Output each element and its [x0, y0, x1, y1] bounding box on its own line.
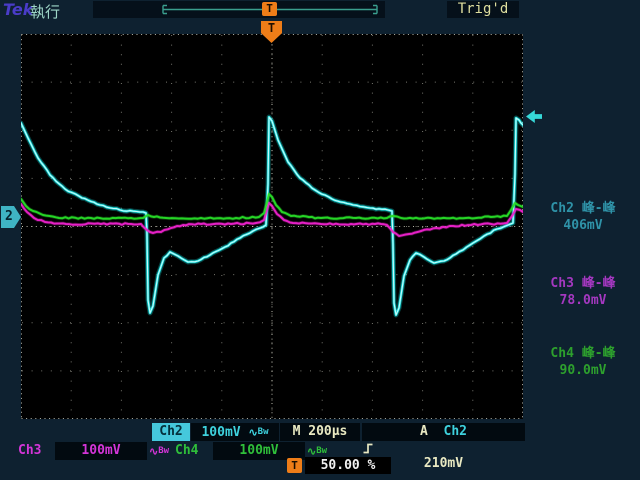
record-view-bar — [93, 1, 385, 18]
trigger-mode-label: A — [420, 424, 428, 439]
waveform-display — [21, 34, 523, 419]
oscilloscope-screen: Tek 執行 T Trig'd T 2 Ch2 峰-峰 406mV Ch3 峰-… — [0, 0, 640, 480]
trigger-level-arrow-icon[interactable] — [526, 110, 542, 123]
timebase-value: 200µs — [308, 424, 347, 439]
ch2-scale-value: 100mV — [201, 425, 240, 440]
ch3-channel-button[interactable]: Ch3 — [18, 442, 41, 460]
trigger-status-box: Trig'd — [447, 1, 519, 18]
measurement-ch3-value: 78.0mV — [528, 292, 638, 309]
measurement-ch4-channel: Ch4 — [550, 346, 573, 361]
status-row-1: Ch2 100mV ∿Bw M 200µs A Ch2 210mV — [0, 423, 640, 441]
measurement-ch2-channel: Ch2 — [550, 201, 573, 216]
trigger-source-label: Ch2 — [444, 424, 467, 439]
ch2-scale-readout[interactable]: 100mV ∿Bw — [191, 423, 279, 441]
measurement-ch3-type: 峰-峰 — [582, 276, 616, 291]
trigger-status-label: Trig'd — [447, 1, 519, 18]
ch2-coupling-icon: ∿ — [248, 426, 257, 439]
measurement-ch2-pkpk: Ch2 峰-峰 406mV — [528, 200, 638, 234]
acquisition-run-status: 執行 — [30, 1, 60, 22]
ch4-scale-value: 100mV — [239, 443, 278, 458]
ch2-channel-button[interactable]: Ch2 — [152, 423, 190, 441]
measurement-ch4-type: 峰-峰 — [582, 346, 616, 361]
ch2-bandwidth-icon: Bw — [258, 427, 269, 437]
trigger-position-icon[interactable]: T — [262, 2, 277, 16]
trigger-readout[interactable]: A Ch2 210mV — [362, 423, 525, 441]
measurement-ch4-pkpk: Ch4 峰-峰 90.0mV — [528, 345, 638, 379]
measurement-ch2-value: 406mV — [528, 217, 638, 234]
channel2-ground-marker[interactable]: 2 — [1, 206, 21, 228]
waveform-svg — [21, 34, 523, 419]
ch3-scale-value: 100mV — [81, 443, 120, 458]
tek-logo: Tek — [3, 0, 33, 19]
ch3-scale-readout[interactable]: 100mV — [55, 442, 147, 460]
acquisition-window-bracket — [93, 1, 385, 18]
ch4-channel-button[interactable]: Ch4 — [175, 442, 198, 460]
timebase-readout[interactable]: M 200µs — [280, 423, 360, 441]
ch4-bandwidth-icon: Bw — [316, 446, 327, 456]
measurement-ch2-type: 峰-峰 — [582, 201, 616, 216]
horizontal-position-readout[interactable]: 50.00 % — [305, 457, 391, 474]
ch3-coupling-icon: ∿ — [149, 445, 158, 458]
measurement-ch4-value: 90.0mV — [528, 362, 638, 379]
horizontal-position-icon: T — [287, 458, 302, 473]
timebase-label: M — [293, 424, 301, 439]
measurement-ch3-pkpk: Ch3 峰-峰 78.0mV — [528, 275, 638, 309]
ch3-coupling-bw-icons: ∿Bw — [149, 442, 169, 461]
ch3-bandwidth-icon: Bw — [158, 446, 169, 456]
measurement-ch3-channel: Ch3 — [550, 276, 573, 291]
